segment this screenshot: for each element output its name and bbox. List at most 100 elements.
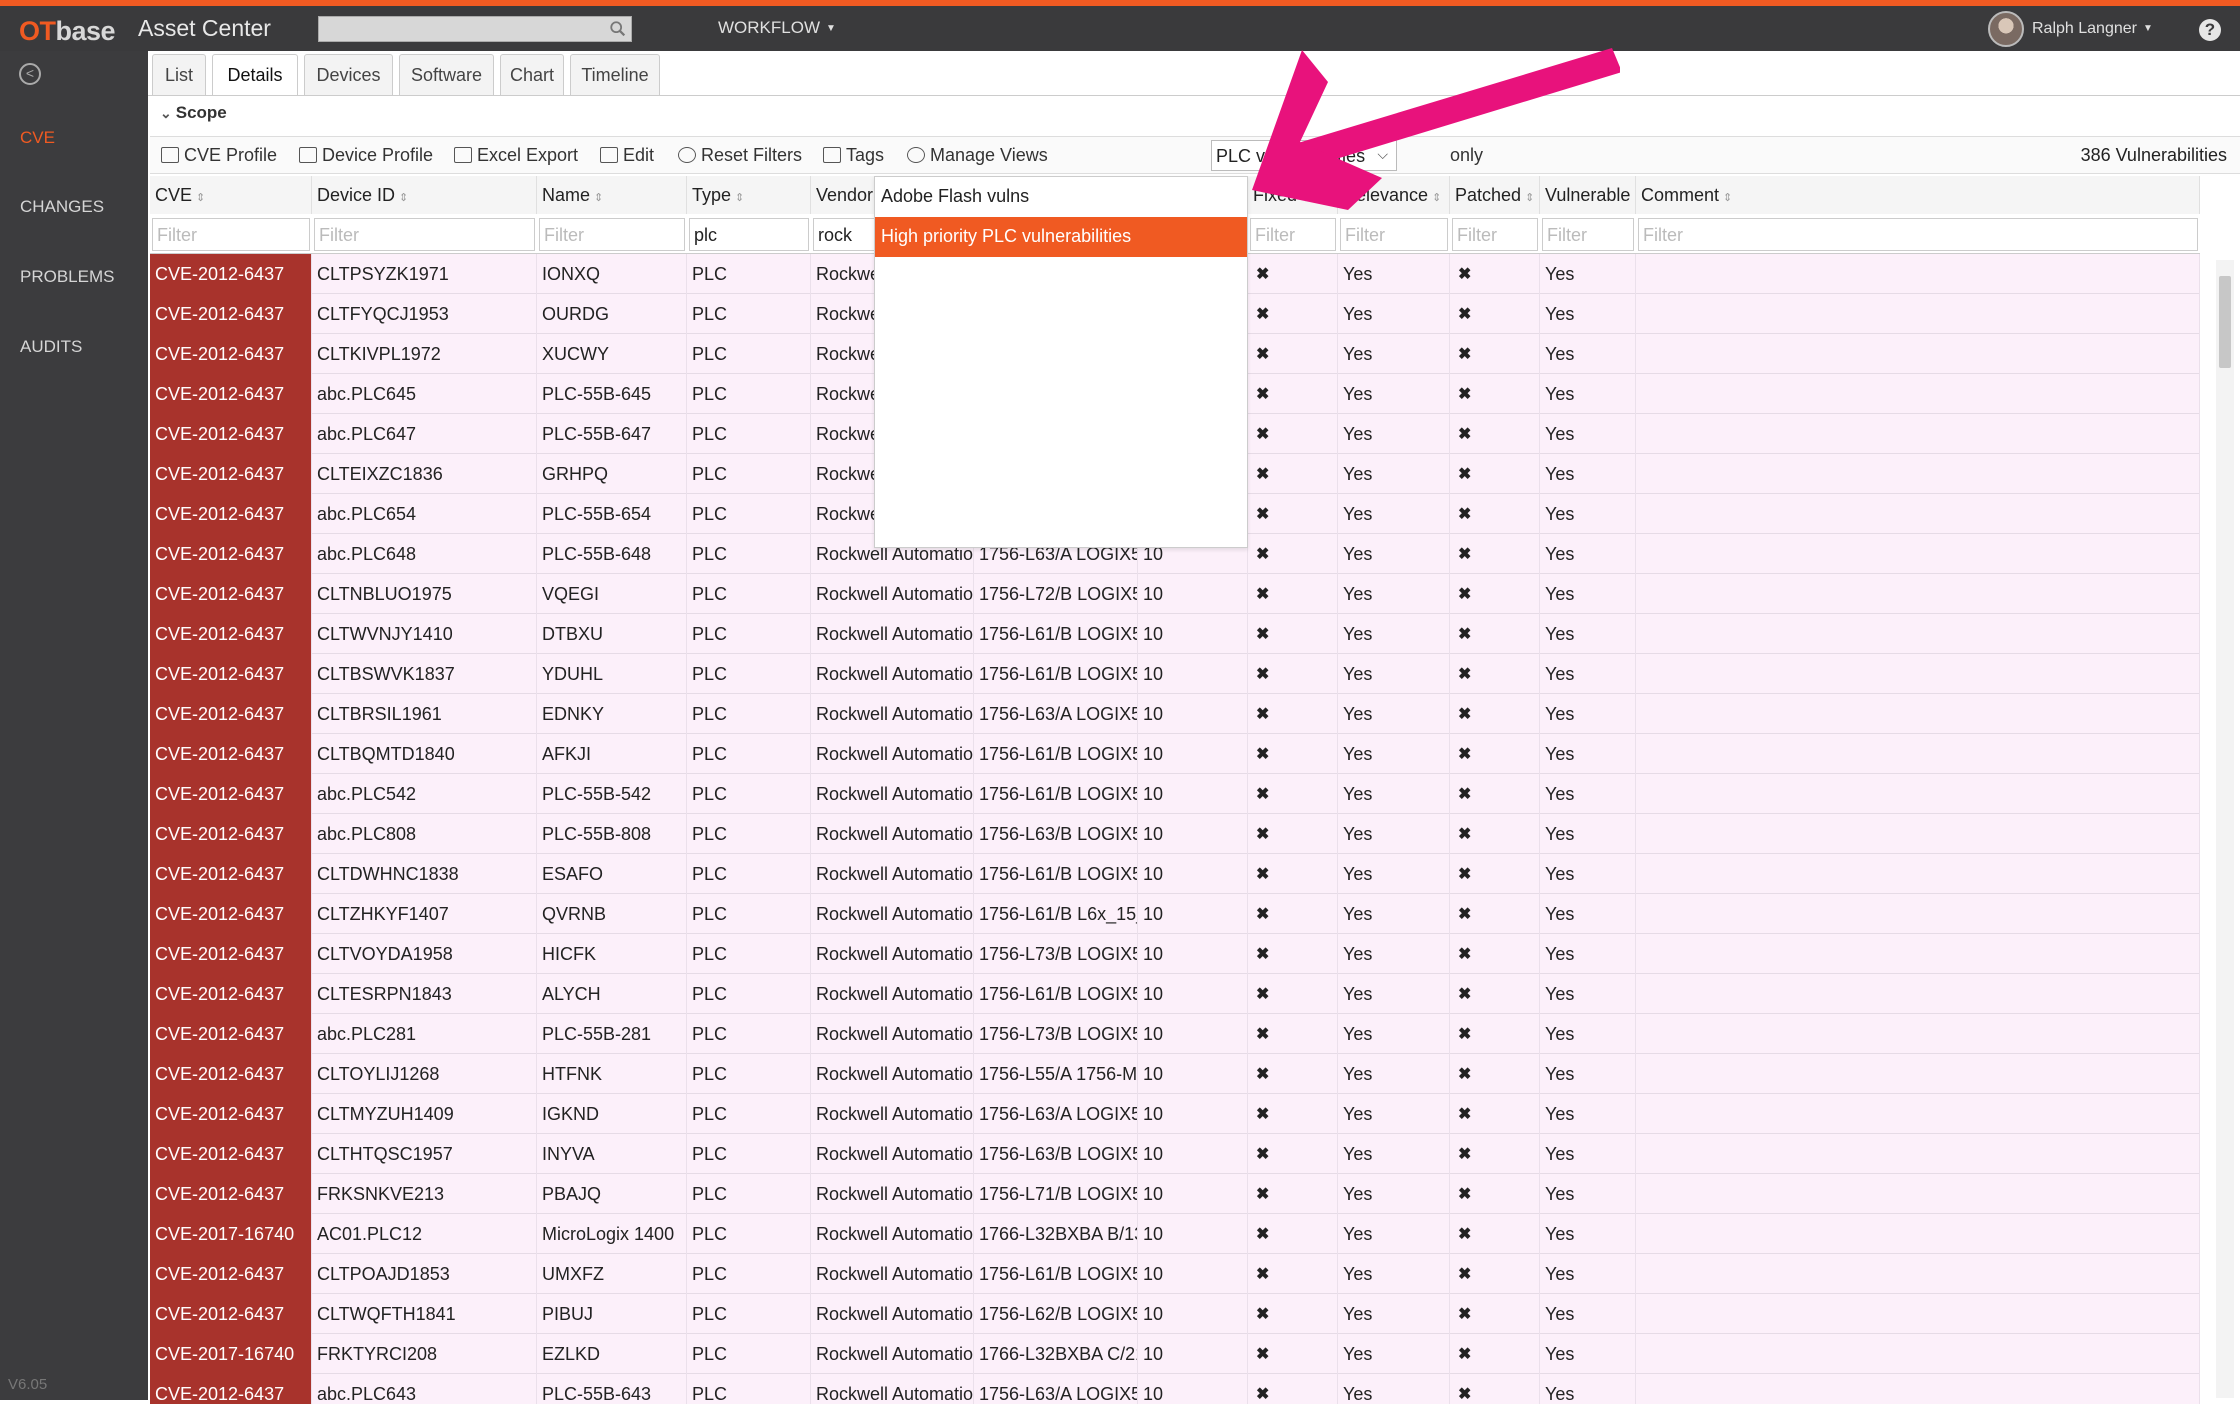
cell-comment[interactable] [1636, 894, 2200, 934]
cell-cve[interactable]: CVE-2012-6437 [150, 1174, 312, 1214]
cell-comment[interactable] [1636, 1174, 2200, 1214]
cell-cve[interactable]: CVE-2012-6437 [150, 854, 312, 894]
device-profile-button[interactable]: Device Profile [299, 145, 433, 166]
cell-comment[interactable] [1636, 1254, 2200, 1294]
filter-fixed[interactable]: Filter [1250, 218, 1336, 251]
cell-cve[interactable]: CVE-2012-6437 [150, 774, 312, 814]
cell-comment[interactable] [1636, 774, 2200, 814]
cell-cve[interactable]: CVE-2012-6437 [150, 1134, 312, 1174]
cell-comment[interactable] [1636, 1334, 2200, 1374]
column-header-type[interactable]: Type ⇕ [687, 176, 811, 214]
cell-comment[interactable] [1636, 854, 2200, 894]
column-header-cve[interactable]: CVE ⇕ [150, 176, 312, 214]
table-row[interactable]: CVE-2017-16740 AC01.PLC12 MicroLogix 1400 P… [150, 1214, 2200, 1254]
table-row[interactable]: CVE-2012-6437 abc.PLC281 PLC-55B-281 PLC Roc… [150, 1014, 2200, 1054]
table-row[interactable]: CVE-2012-6437 CLTESRPN1843 ALYCH PLC Rockwel… [150, 974, 2200, 1014]
edit-button[interactable]: Edit [600, 145, 654, 166]
cell-cve[interactable]: CVE-2012-6437 [150, 1054, 312, 1094]
cell-comment[interactable] [1636, 734, 2200, 774]
table-row[interactable]: CVE-2012-6437 CLTBRSIL1961 EDNKY PLC Rockwel… [150, 694, 2200, 734]
table-row[interactable]: CVE-2012-6437 CLTWQFTH1841 PIBUJ PLC Rockwel… [150, 1294, 2200, 1334]
table-row[interactable]: CVE-2012-6437 CLTWVNJY1410 DTBXU PLC Rockwel… [150, 614, 2200, 654]
column-header-device-id[interactable]: Device ID ⇕ [312, 176, 537, 214]
table-row[interactable]: CVE-2012-6437 CLTZHKYF1407 QVRNB PLC Rockwel… [150, 894, 2200, 934]
search-input[interactable] [318, 16, 632, 42]
cell-comment[interactable] [1636, 374, 2200, 414]
cell-comment[interactable] [1636, 254, 2200, 294]
cell-cve[interactable]: CVE-2012-6437 [150, 1294, 312, 1334]
cell-comment[interactable] [1636, 1054, 2200, 1094]
dropdown-option-high-priority-plc[interactable]: High priority PLC vulnerabilities [875, 217, 1247, 257]
cell-comment[interactable] [1636, 414, 2200, 454]
table-row[interactable]: CVE-2012-6437 CLTOYLIJ1268 HTFNK PLC Rockwel… [150, 1054, 2200, 1094]
filter-type[interactable]: plc [689, 218, 809, 251]
search-icon[interactable] [609, 20, 627, 38]
otbase-logo[interactable]: OTbase [19, 16, 116, 47]
cell-comment[interactable] [1636, 1014, 2200, 1054]
cell-cve[interactable]: CVE-2012-6437 [150, 494, 312, 534]
table-row[interactable]: CVE-2017-16740 FRKTYRCI208 EZLKD PLC Rockwel… [150, 1334, 2200, 1374]
cell-comment[interactable] [1636, 454, 2200, 494]
cell-cve[interactable]: CVE-2012-6437 [150, 1094, 312, 1134]
cell-comment[interactable] [1636, 574, 2200, 614]
cell-cve[interactable]: CVE-2012-6437 [150, 614, 312, 654]
cell-comment[interactable] [1636, 1094, 2200, 1134]
cell-comment[interactable] [1636, 534, 2200, 574]
cell-comment[interactable] [1636, 334, 2200, 374]
cell-cve[interactable]: CVE-2012-6437 [150, 974, 312, 1014]
avatar[interactable] [1988, 11, 2024, 47]
table-row[interactable]: CVE-2012-6437 CLTDWHNC1838 ESAFO PLC Rockwel… [150, 854, 2200, 894]
tab-details[interactable]: Details [212, 54, 298, 96]
scope-toggle[interactable]: ⌄ Scope [160, 103, 227, 123]
cell-cve[interactable]: CVE-2012-6437 [150, 534, 312, 574]
cell-comment[interactable] [1636, 694, 2200, 734]
workflow-menu[interactable]: WORKFLOW ▼ [718, 18, 836, 38]
tags-button[interactable]: Tags [823, 145, 884, 166]
cell-cve[interactable]: CVE-2012-6437 [150, 934, 312, 974]
filter-patched[interactable]: Filter [1452, 218, 1538, 251]
dropdown-option-adobe-flash[interactable]: Adobe Flash vulns [875, 177, 1247, 217]
cell-cve[interactable]: CVE-2017-16740 [150, 1334, 312, 1374]
cell-comment[interactable] [1636, 814, 2200, 854]
table-row[interactable]: CVE-2012-6437 CLTBSWVK1837 YDUHL PLC Rockwel… [150, 654, 2200, 694]
cell-cve[interactable]: CVE-2012-6437 [150, 334, 312, 374]
cell-cve[interactable]: CVE-2012-6437 [150, 734, 312, 774]
cell-comment[interactable] [1636, 1214, 2200, 1254]
cell-comment[interactable] [1636, 934, 2200, 974]
table-row[interactable]: CVE-2012-6437 CLTVOYDA1958 HICFK PLC Rockwel… [150, 934, 2200, 974]
sidebar-item-changes[interactable]: CHANGES [20, 197, 104, 217]
cell-comment[interactable] [1636, 1134, 2200, 1174]
cell-comment[interactable] [1636, 614, 2200, 654]
tab-timeline[interactable]: Timeline [570, 54, 660, 96]
excel-export-button[interactable]: Excel Export [454, 145, 578, 166]
cell-cve[interactable]: CVE-2012-6437 [150, 694, 312, 734]
cell-cve[interactable]: CVE-2012-6437 [150, 654, 312, 694]
cell-cve[interactable]: CVE-2012-6437 [150, 294, 312, 334]
cell-cve[interactable]: CVE-2017-16740 [150, 1214, 312, 1254]
cell-comment[interactable] [1636, 1294, 2200, 1334]
sidebar-item-audits[interactable]: AUDITS [20, 337, 82, 357]
cell-cve[interactable]: CVE-2012-6437 [150, 1014, 312, 1054]
cell-cve[interactable]: CVE-2012-6437 [150, 1254, 312, 1294]
filter-relevance[interactable]: Filter [1340, 218, 1448, 251]
table-row[interactable]: CVE-2012-6437 CLTHTQSC1957 INYVA PLC Rockwel… [150, 1134, 2200, 1174]
table-row[interactable]: CVE-2012-6437 CLTMYZUH1409 IGKND PLC Rockwel… [150, 1094, 2200, 1134]
cell-cve[interactable]: CVE-2012-6437 [150, 454, 312, 494]
help-icon[interactable]: ? [2199, 19, 2221, 41]
tab-chart[interactable]: Chart [500, 54, 564, 96]
column-header-comment[interactable]: Comment ⇕ [1636, 176, 2200, 214]
table-row[interactable]: CVE-2012-6437 abc.PLC808 PLC-55B-808 PLC Roc… [150, 814, 2200, 854]
filter-comment[interactable]: Filter [1638, 218, 2198, 251]
manage-views-button[interactable]: Manage Views [907, 145, 1048, 166]
cell-comment[interactable] [1636, 294, 2200, 334]
scrollbar-thumb[interactable] [2219, 276, 2231, 368]
user-menu[interactable]: Ralph Langner ▼ [2032, 20, 2153, 38]
cell-comment[interactable] [1636, 654, 2200, 694]
sidebar-item-cve[interactable]: CVE [20, 128, 55, 148]
cve-profile-button[interactable]: CVE Profile [161, 145, 277, 166]
cell-cve[interactable]: CVE-2012-6437 [150, 254, 312, 294]
filter-cve[interactable]: Filter [152, 218, 310, 251]
table-row[interactable]: CVE-2012-6437 CLTNBLUO1975 VQEGI PLC Rockwel… [150, 574, 2200, 614]
table-row[interactable]: CVE-2012-6437 FRKSNKVE213 PBAJQ PLC Rockwell… [150, 1174, 2200, 1214]
sidebar-item-problems[interactable]: PROBLEMS [20, 267, 114, 287]
